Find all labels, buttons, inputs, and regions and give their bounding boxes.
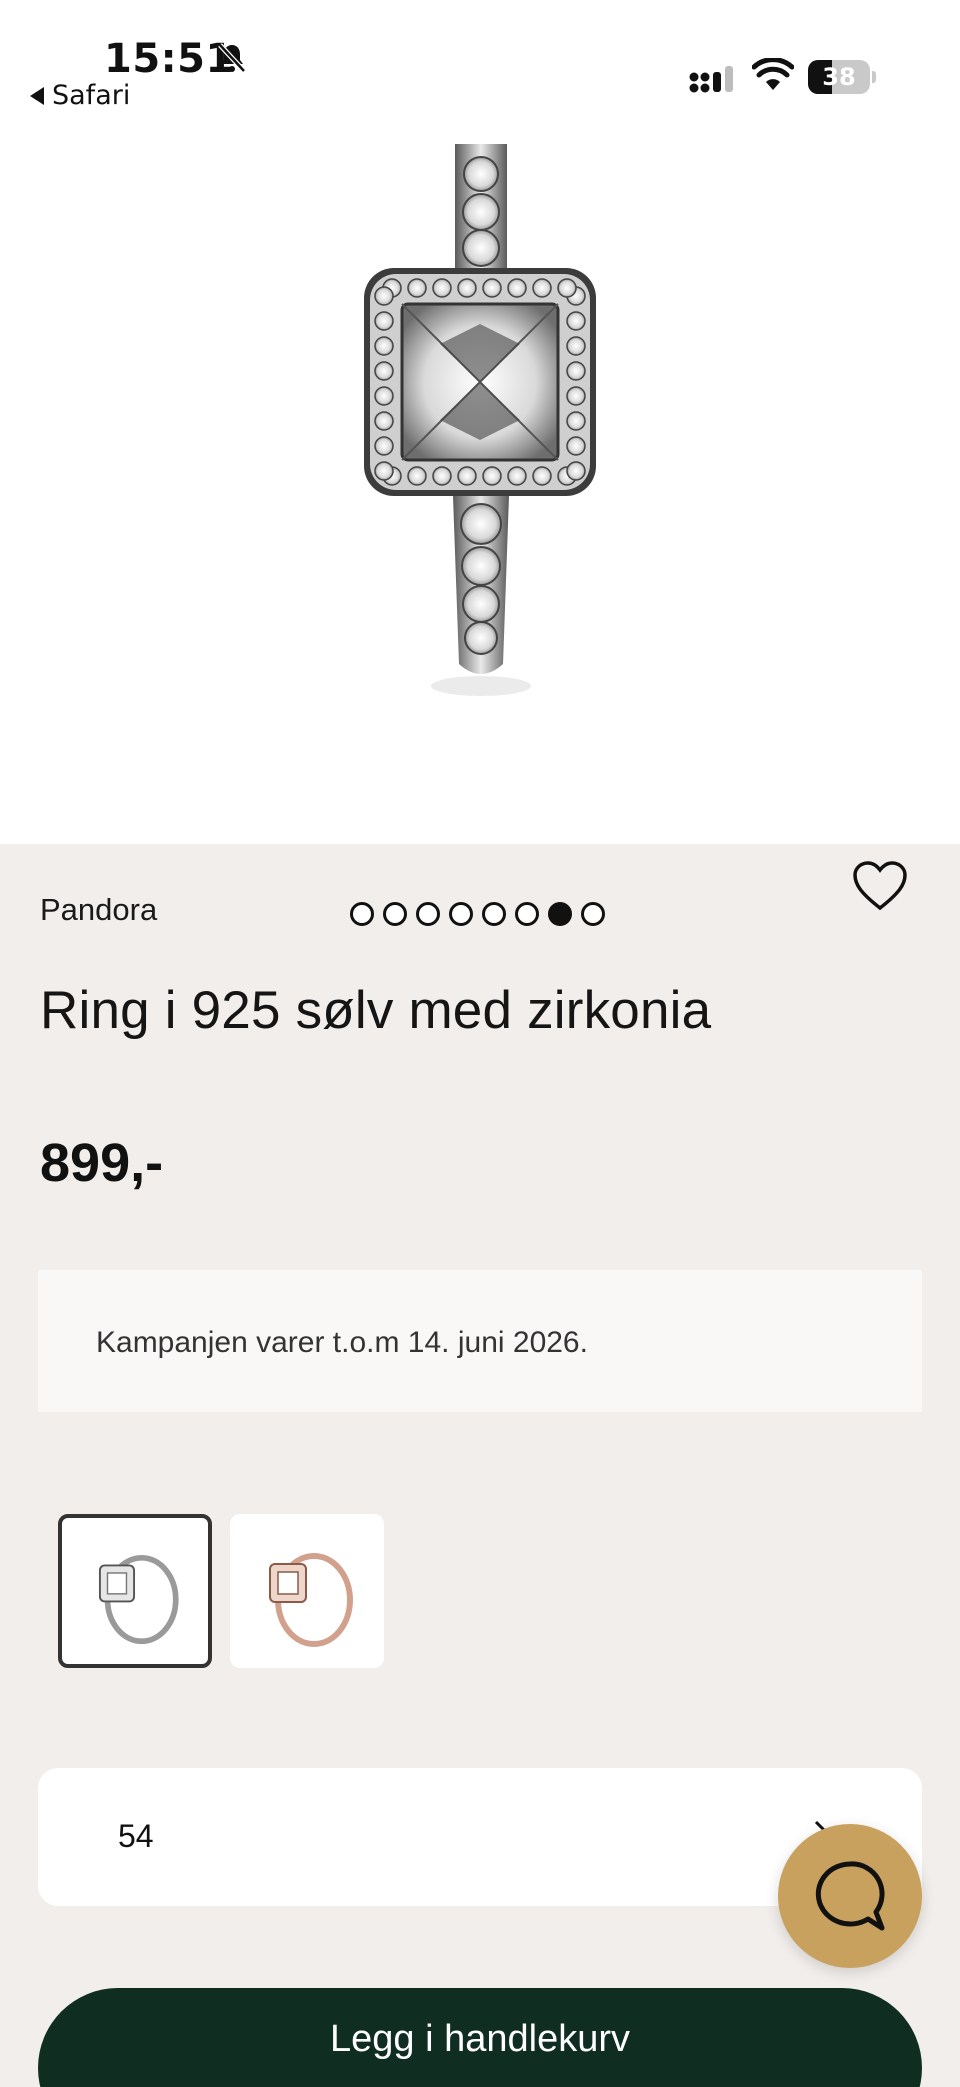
add-to-cart-button[interactable]: Legg i handlekurv xyxy=(38,1988,922,2087)
back-to-safari[interactable]: Safari xyxy=(30,80,130,111)
status-time: 15:51 xyxy=(104,36,234,82)
back-label: Safari xyxy=(52,80,131,111)
product-gallery[interactable] xyxy=(0,120,960,926)
gallery-dot[interactable] xyxy=(350,902,374,926)
gallery-dot[interactable] xyxy=(482,902,506,926)
chat-button[interactable] xyxy=(778,1824,922,1968)
campaign-banner: Kampanjen varer t.o.m 14. juni 2026. xyxy=(38,1270,922,1412)
heart-icon[interactable] xyxy=(852,860,908,912)
gallery-dot[interactable] xyxy=(416,902,440,926)
variant-silver[interactable] xyxy=(58,1514,212,1668)
product-image[interactable] xyxy=(340,144,620,704)
variant-rose-gold[interactable] xyxy=(230,1514,384,1668)
product-price: 899,- xyxy=(40,1133,164,1193)
variant-silver-image xyxy=(98,1554,179,1645)
chat-bubble-icon xyxy=(815,1861,885,1931)
gallery-dot[interactable] xyxy=(581,902,605,926)
product-title: Ring i 925 sølv med zirkonia xyxy=(40,981,712,1040)
add-to-cart-label: Legg i handlekurv xyxy=(330,2018,630,2060)
gallery-dot[interactable] xyxy=(548,902,572,926)
bell-slash-icon xyxy=(218,43,246,73)
product-brand[interactable]: Pandora xyxy=(40,892,157,928)
battery-icon: 38 xyxy=(808,60,876,94)
variant-rose-gold-image xyxy=(269,1553,353,1647)
gallery-dot[interactable] xyxy=(449,902,473,926)
gallery-dot[interactable] xyxy=(515,902,539,926)
size-value: 54 xyxy=(118,1818,154,1854)
gallery-dot[interactable] xyxy=(383,902,407,926)
battery-percent: 38 xyxy=(822,63,856,91)
signal-icon xyxy=(689,66,733,93)
campaign-text: Kampanjen varer t.o.m 14. juni 2026. xyxy=(96,1326,588,1359)
back-arrow-icon xyxy=(30,86,44,105)
wifi-icon xyxy=(752,58,794,90)
gallery-pagination[interactable] xyxy=(350,902,605,926)
status-bar: 15:51 Safari 38 xyxy=(0,0,960,120)
